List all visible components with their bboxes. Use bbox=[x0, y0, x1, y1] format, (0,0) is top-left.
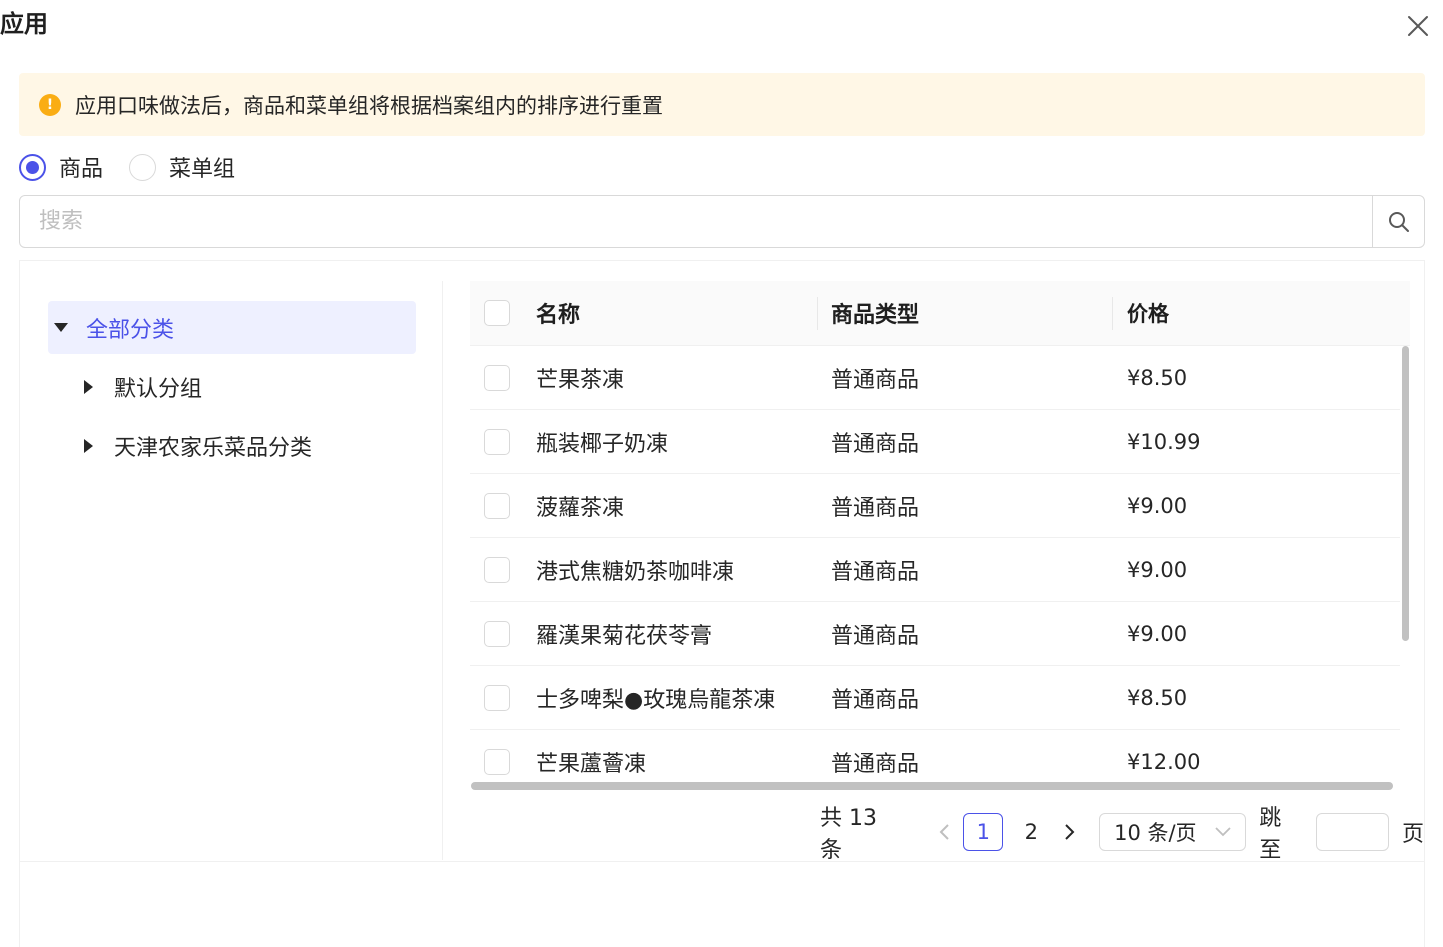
tree-divider bbox=[442, 281, 443, 860]
tree-node-tianjin-category[interactable]: 天津农家乐菜品分类 bbox=[48, 419, 416, 472]
tree-node-all[interactable]: 全部分类 bbox=[48, 301, 416, 354]
cell-name: 芒果蘆薈凍 bbox=[536, 751, 647, 777]
chevron-down-icon bbox=[1215, 827, 1231, 837]
page-size-value: 10 条/页 bbox=[1114, 821, 1197, 845]
column-separator[interactable] bbox=[1112, 297, 1113, 330]
radio-label-goods: 商品 bbox=[59, 157, 104, 182]
cell-type: 普通商品 bbox=[831, 623, 920, 649]
row-checkbox[interactable] bbox=[484, 492, 510, 519]
dialog-title: 应用 bbox=[0, 10, 48, 38]
page-label: 页 bbox=[1401, 822, 1424, 847]
tree-node-label: 全部分类 bbox=[86, 317, 175, 343]
vertical-scrollbar[interactable] bbox=[1402, 346, 1409, 641]
radio-option-goods[interactable]: 商品 bbox=[19, 151, 103, 183]
goods-table: 名称 商品类型 价格 芒果茶凍 普通商品 ¥8.50 瓶装椰子奶凍 普通商品 ¥… bbox=[470, 281, 1410, 791]
table-row[interactable]: 羅漢果菊花茯苓膏 普通商品 ¥9.00 bbox=[470, 602, 1400, 666]
search-input[interactable] bbox=[20, 196, 1372, 247]
row-checkbox[interactable] bbox=[484, 684, 510, 711]
table-header: 名称 商品类型 价格 bbox=[470, 281, 1410, 346]
page-button-1[interactable]: 1 bbox=[963, 813, 1004, 851]
warning-alert: ! 应用口味做法后，商品和菜单组将根据档案组内的排序进行重置 bbox=[19, 73, 1425, 136]
close-icon bbox=[1408, 16, 1428, 36]
cell-name: 芒果茶凍 bbox=[536, 367, 625, 393]
cell-name: 菠蘿茶凍 bbox=[536, 495, 625, 521]
row-checkbox[interactable] bbox=[484, 364, 510, 391]
chevron-left-icon bbox=[939, 824, 950, 840]
table-row[interactable]: 芒果茶凍 普通商品 ¥8.50 bbox=[470, 346, 1400, 410]
page-button-2[interactable]: 2 bbox=[1011, 813, 1051, 851]
pagination-total: 共 13 条 bbox=[820, 806, 877, 863]
header-name: 名称 bbox=[536, 303, 581, 328]
table-row[interactable]: 士多啤梨●玫瑰烏龍茶凍 普通商品 ¥8.50 bbox=[470, 666, 1400, 730]
cell-type: 普通商品 bbox=[831, 367, 920, 393]
tree-node-label: 天津农家乐菜品分类 bbox=[114, 435, 313, 461]
jump-label: 跳至 bbox=[1259, 806, 1282, 863]
prev-page-button[interactable] bbox=[929, 813, 959, 851]
pagination: 共 13 条 1 2 10 条/页 跳至 页 bbox=[820, 806, 1424, 863]
caret-down-icon[interactable] bbox=[54, 321, 68, 335]
jump-page-input[interactable] bbox=[1315, 813, 1389, 851]
cell-price: ¥12.00 bbox=[1127, 749, 1201, 774]
column-separator[interactable] bbox=[817, 297, 818, 330]
search-button[interactable] bbox=[1372, 196, 1424, 247]
select-all-checkbox[interactable] bbox=[484, 300, 510, 326]
panel-divider bbox=[20, 861, 1424, 862]
header-price: 价格 bbox=[1127, 302, 1169, 326]
alert-text: 应用口味做法后，商品和菜单组将根据档案组内的排序进行重置 bbox=[75, 93, 663, 118]
radio-label-menu-group: 菜单组 bbox=[169, 157, 236, 182]
table-row[interactable]: 港式焦糖奶茶咖啡凍 普通商品 ¥9.00 bbox=[470, 538, 1400, 602]
cell-name: 羅漢果菊花茯苓膏 bbox=[536, 623, 713, 649]
page-size-select[interactable]: 10 条/页 bbox=[1099, 813, 1247, 851]
search-box bbox=[19, 195, 1425, 248]
header-type: 商品类型 bbox=[831, 303, 920, 328]
caret-right-icon[interactable] bbox=[82, 379, 96, 394]
row-checkbox[interactable] bbox=[484, 748, 510, 775]
cell-type: 普通商品 bbox=[831, 431, 920, 457]
category-tree: 全部分类 默认分组 天津农家乐菜品分类 bbox=[48, 301, 416, 472]
next-page-button[interactable] bbox=[1055, 813, 1085, 851]
chevron-right-icon bbox=[1065, 824, 1075, 840]
tree-node-label: 默认分组 bbox=[114, 376, 203, 402]
selection-panel: 全部分类 默认分组 天津农家乐菜品分类 名称 商品类型 价格 芒果茶凍 普通商品… bbox=[19, 260, 1425, 947]
row-checkbox[interactable] bbox=[484, 428, 510, 455]
horizontal-scrollbar[interactable] bbox=[471, 782, 1393, 790]
search-icon bbox=[1388, 211, 1409, 232]
radio-button-menu-group[interactable] bbox=[129, 153, 157, 181]
cell-type: 普通商品 bbox=[831, 559, 920, 585]
caret-right-icon[interactable] bbox=[82, 438, 96, 453]
cell-price: ¥9.00 bbox=[1127, 493, 1188, 518]
cell-name: 瓶装椰子奶凍 bbox=[536, 431, 669, 457]
exclamation-icon: ! bbox=[39, 93, 61, 116]
row-checkbox[interactable] bbox=[484, 620, 510, 647]
table-row[interactable]: 菠蘿茶凍 普通商品 ¥9.00 bbox=[470, 474, 1400, 538]
cell-name: 士多啤梨●玫瑰烏龍茶凍 bbox=[536, 687, 776, 713]
type-radio-group: 商品 菜单组 bbox=[19, 150, 261, 184]
cell-price: ¥8.50 bbox=[1127, 365, 1188, 390]
radio-option-menu-group[interactable]: 菜单组 bbox=[129, 151, 235, 183]
radio-button-goods[interactable] bbox=[19, 153, 46, 181]
cell-type: 普通商品 bbox=[831, 495, 920, 521]
cell-price: ¥8.50 bbox=[1127, 685, 1188, 710]
row-checkbox[interactable] bbox=[484, 556, 510, 583]
cell-name: 港式焦糖奶茶咖啡凍 bbox=[536, 559, 735, 585]
cell-price: ¥9.00 bbox=[1127, 621, 1188, 646]
cell-price: ¥10.99 bbox=[1127, 429, 1201, 454]
tree-node-default-group[interactable]: 默认分组 bbox=[48, 360, 416, 413]
cell-type: 普通商品 bbox=[831, 751, 920, 777]
cell-price: ¥9.00 bbox=[1127, 557, 1188, 582]
close-button[interactable] bbox=[1404, 12, 1432, 40]
cell-type: 普通商品 bbox=[831, 687, 920, 713]
table-row[interactable]: 瓶装椰子奶凍 普通商品 ¥10.99 bbox=[470, 410, 1400, 474]
